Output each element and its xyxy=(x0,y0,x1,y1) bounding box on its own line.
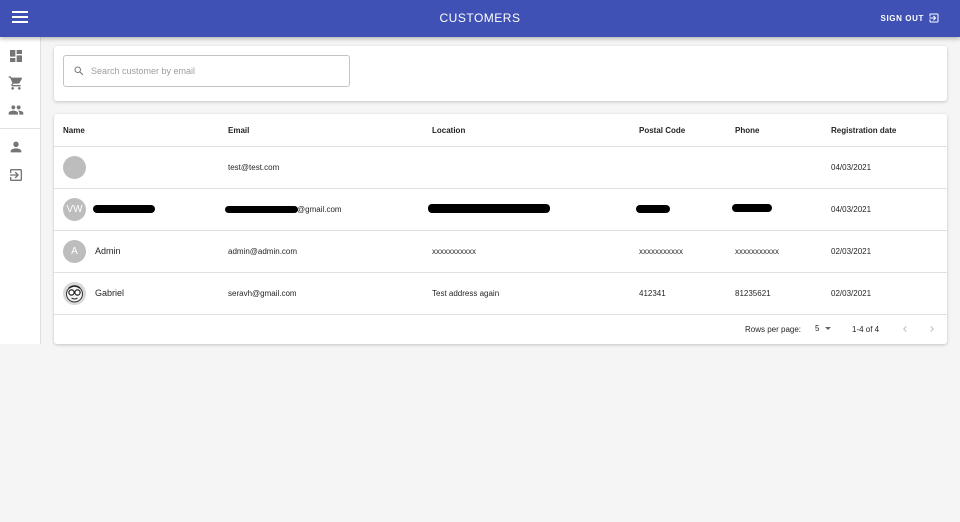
rows-per-page-select[interactable]: 5 xyxy=(815,324,832,333)
search-card xyxy=(54,46,947,101)
customer-registration-date: 02/03/2021 xyxy=(831,289,872,298)
exit-icon[interactable] xyxy=(8,167,24,183)
sign-out-button[interactable]: SIGN OUT xyxy=(881,12,940,24)
customer-postal-code: 412341 xyxy=(639,289,666,298)
pagination-range: 1-4 of 4 xyxy=(852,325,880,334)
customers-table: Name Email Location Postal Code Phone Re… xyxy=(54,114,947,344)
table-row[interactable]: Gabriel seravh@gmail.com Test address ag… xyxy=(54,273,947,315)
redaction-mark xyxy=(636,205,670,213)
avatar xyxy=(63,156,86,179)
avatar-image xyxy=(63,282,86,305)
table-row[interactable]: VW @gmail.com 04/03/2021 xyxy=(54,189,947,231)
customer-email: seravh@gmail.com xyxy=(228,289,297,298)
dashboard-icon[interactable] xyxy=(8,48,24,64)
customer-registration-date: 02/03/2021 xyxy=(831,247,872,256)
drawer-divider xyxy=(0,128,40,129)
customer-postal-code: xxxxxxxxxxx xyxy=(639,247,683,256)
customer-email: @gmail.com xyxy=(297,205,342,214)
redaction-mark xyxy=(93,205,155,213)
column-header-name[interactable]: Name xyxy=(63,126,85,135)
people-icon[interactable] xyxy=(8,102,24,118)
table-row[interactable]: test@test.com 04/03/2021 xyxy=(54,147,947,189)
table-row[interactable]: A Admin admin@admin.com xxxxxxxxxxx xxxx… xyxy=(54,231,947,273)
column-header-phone[interactable]: Phone xyxy=(735,126,759,135)
person-icon[interactable] xyxy=(8,139,24,155)
table-pagination: Rows per page: 5 1-4 of 4 xyxy=(54,314,947,344)
customer-registration-date: 04/03/2021 xyxy=(831,163,872,172)
next-page-icon[interactable] xyxy=(926,323,938,335)
rows-per-page-label: Rows per page: xyxy=(745,325,802,334)
customer-name: Gabriel xyxy=(95,288,125,298)
customer-email: admin@admin.com xyxy=(228,247,298,256)
column-header-registration-date[interactable]: Registration date xyxy=(831,126,896,135)
customer-registration-date: 04/03/2021 xyxy=(831,205,872,214)
customer-location: xxxxxxxxxxx xyxy=(432,247,476,256)
search-icon xyxy=(74,66,84,76)
redaction-mark xyxy=(225,206,298,213)
rows-per-page-value: 5 xyxy=(815,324,820,333)
redaction-mark xyxy=(732,204,772,212)
previous-page-icon[interactable] xyxy=(899,323,911,335)
column-header-email[interactable]: Email xyxy=(228,126,249,135)
dropdown-arrow-icon xyxy=(825,327,832,330)
column-header-postal-code[interactable]: Postal Code xyxy=(639,126,685,135)
avatar: VW xyxy=(63,198,86,221)
avatar: A xyxy=(63,240,86,263)
app-bar: CUSTOMERS SIGN OUT xyxy=(0,0,960,37)
customer-email: test@test.com xyxy=(228,163,280,172)
customer-phone: xxxxxxxxxxx xyxy=(735,247,779,256)
side-drawer xyxy=(0,37,41,344)
table-header: Name Email Location Postal Code Phone Re… xyxy=(54,114,947,147)
customer-phone: 81235621 xyxy=(735,289,771,298)
page-title: CUSTOMERS xyxy=(439,11,521,25)
exit-icon xyxy=(929,13,939,23)
redaction-mark xyxy=(428,204,550,213)
customer-name: Admin xyxy=(95,246,121,256)
search-input[interactable] xyxy=(91,66,331,76)
sign-out-label: SIGN OUT xyxy=(880,13,924,23)
shopping-cart-icon[interactable] xyxy=(8,75,24,91)
customer-location: Test address again xyxy=(432,289,500,298)
search-field[interactable] xyxy=(63,55,350,87)
column-header-location[interactable]: Location xyxy=(432,126,465,135)
